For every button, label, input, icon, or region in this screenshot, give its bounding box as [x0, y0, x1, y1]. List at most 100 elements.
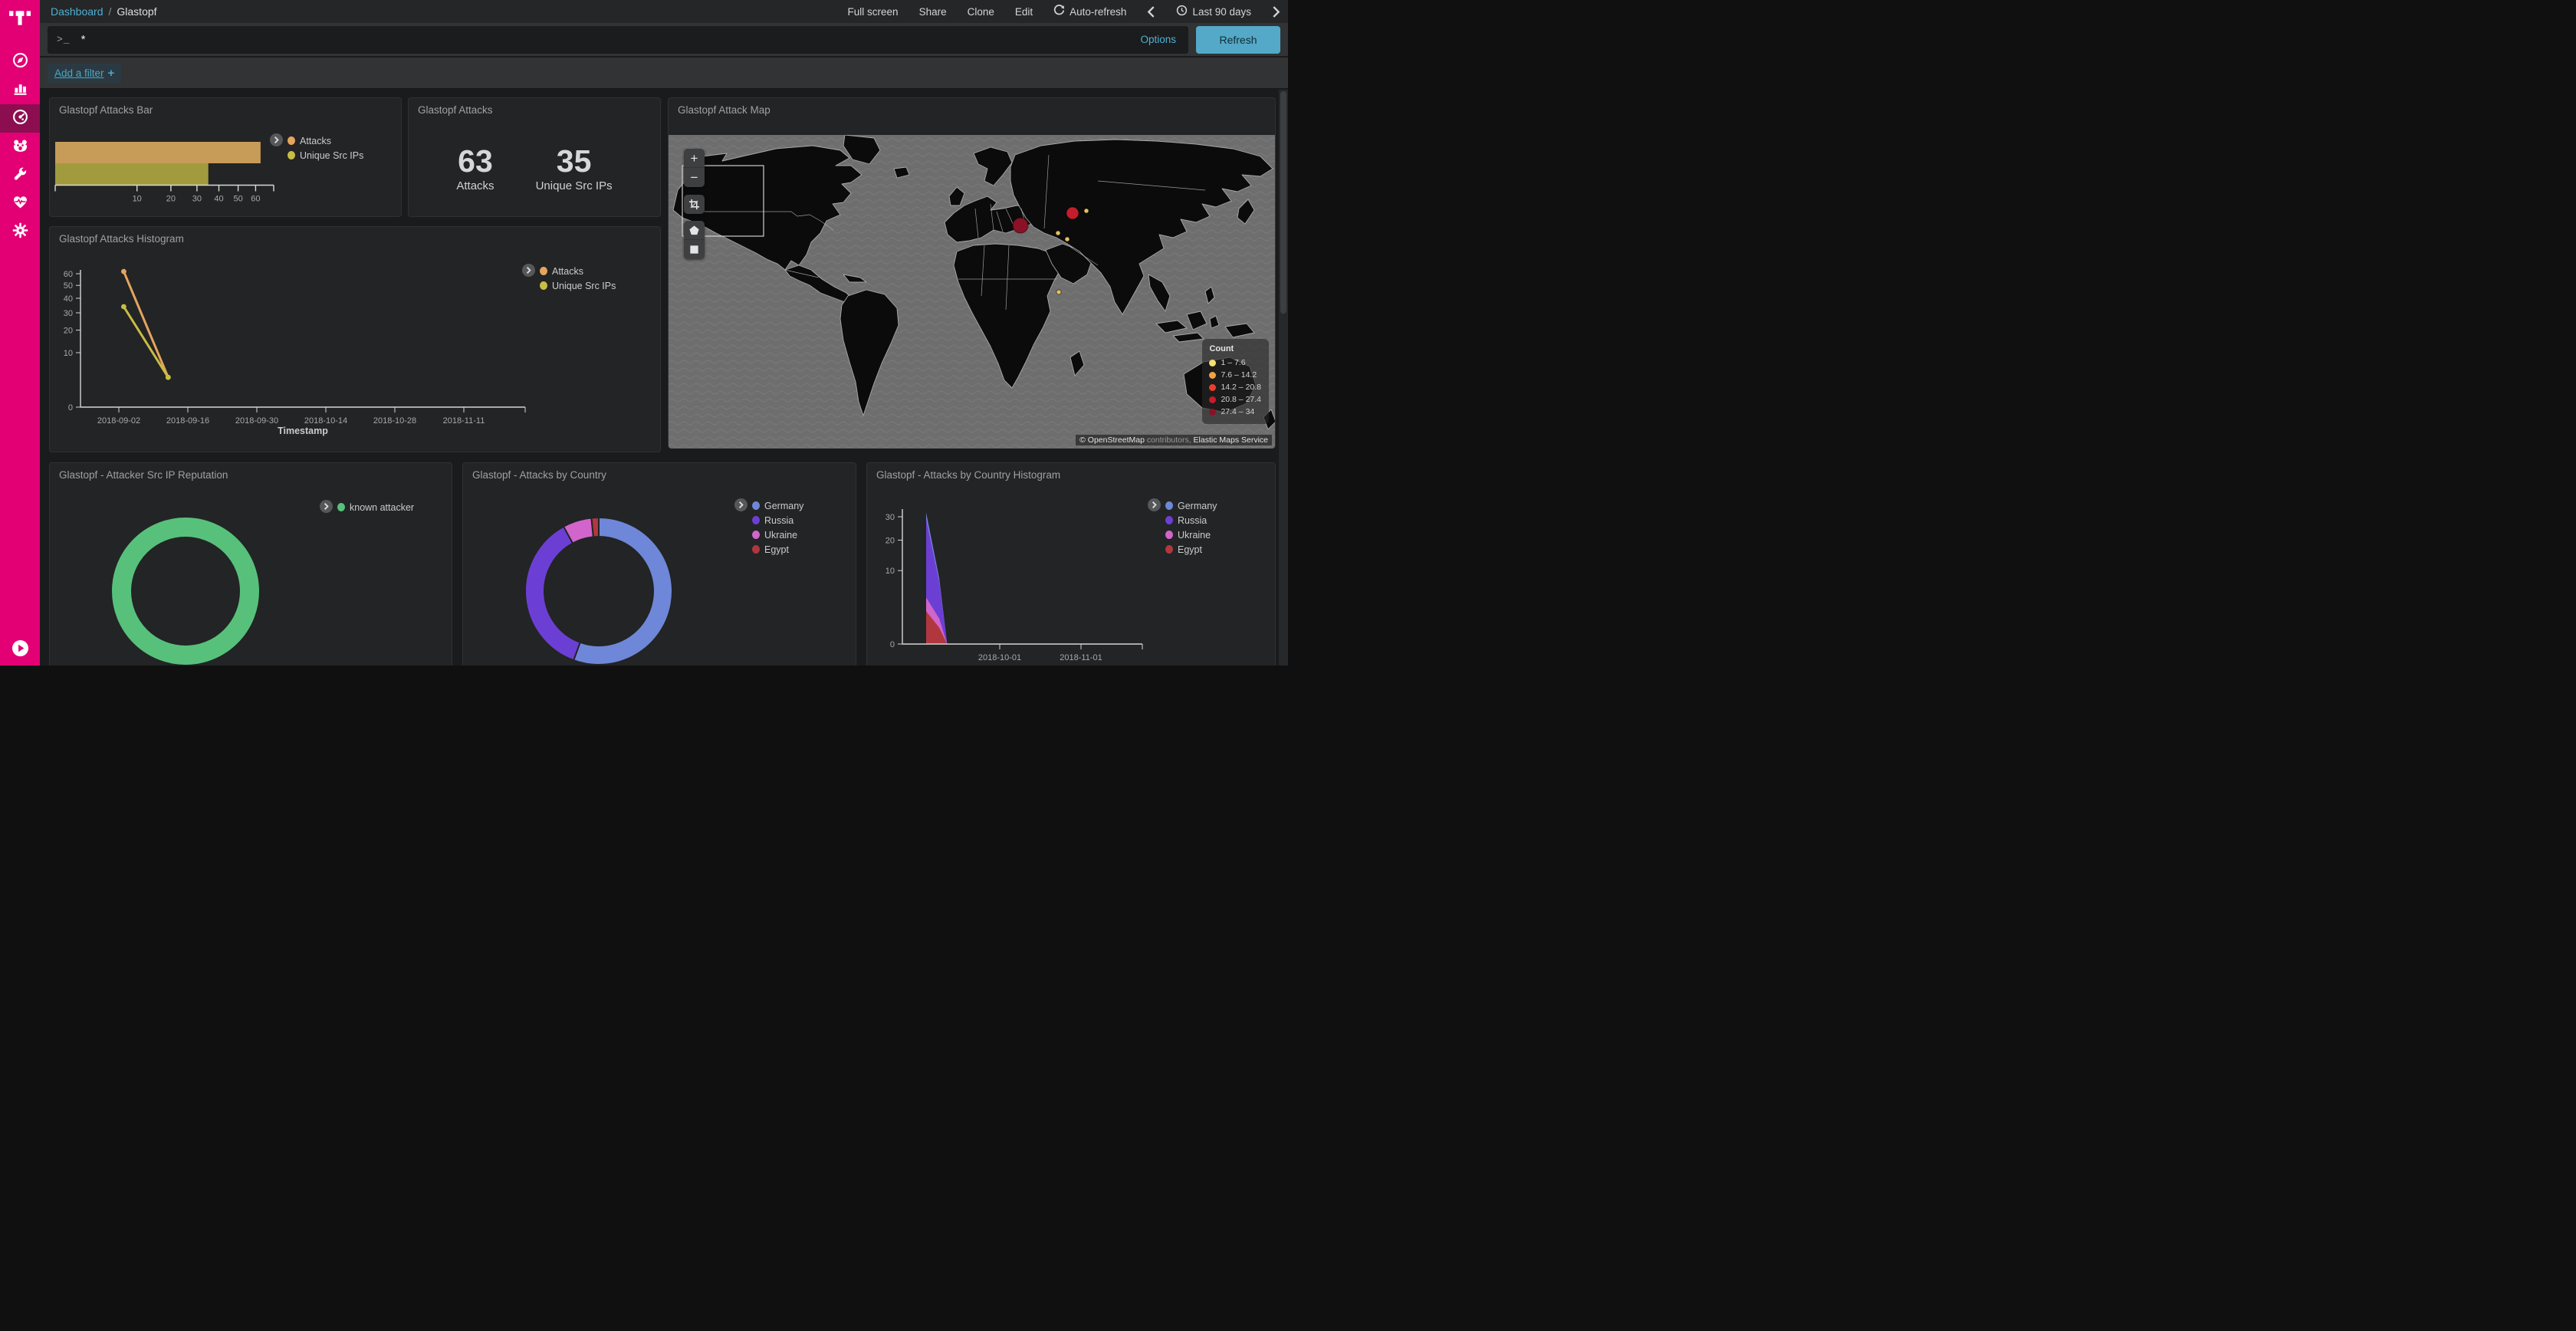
legend-item[interactable]: Attacks — [540, 264, 616, 278]
query-bar: >_ * Options Refresh — [40, 23, 1288, 57]
legend-item[interactable]: Ukraine — [752, 527, 803, 542]
map-legend-item: 14.2 – 20.8 — [1209, 381, 1261, 393]
heartbeat-icon — [12, 193, 29, 215]
compass-icon — [12, 51, 29, 73]
map-legend-item: 20.8 – 27.4 — [1209, 393, 1261, 406]
legend-toggle-icon[interactable] — [1148, 498, 1161, 515]
bar-chart-icon — [12, 80, 29, 101]
clone-button[interactable]: Clone — [968, 6, 994, 18]
time-forward-button[interactable] — [1272, 6, 1280, 18]
world-map[interactable]: + − Count 1 – 7.67.6 – 14.214.2 – 20.820… — [669, 135, 1275, 449]
svg-text:2018-09-16: 2018-09-16 — [166, 416, 209, 426]
panel-title: Glastopf Attack Map — [678, 104, 770, 116]
legend-item[interactable]: Egypt — [1165, 542, 1217, 557]
svg-text:30: 30 — [886, 513, 895, 522]
sidebar-item-discover[interactable] — [0, 48, 40, 76]
legend-item[interactable]: Germany — [752, 498, 803, 513]
query-options-link[interactable]: Options — [1140, 34, 1176, 45]
map-legend-item: 27.4 – 34 — [1209, 406, 1261, 418]
top-menu: Full screen Share Clone Edit Auto-refres… — [848, 5, 1280, 18]
breadcrumb-dashboard-link[interactable]: Dashboard — [51, 5, 104, 18]
sidebar-collapse-button[interactable] — [0, 639, 40, 661]
svg-text:2018-09-02: 2018-09-02 — [97, 416, 140, 426]
legend-item[interactable]: Attacks — [288, 133, 363, 148]
osm-link[interactable]: © OpenStreetMap — [1079, 435, 1145, 445]
sidebar — [0, 0, 40, 666]
query-value: * — [81, 33, 1141, 46]
chart-legend: AttacksUnique Src IPs — [270, 133, 363, 163]
vertical-scrollbar[interactable] — [1279, 90, 1288, 666]
breadcrumb-current: Glastopf — [117, 5, 156, 18]
share-button[interactable]: Share — [919, 6, 947, 18]
main-area: Dashboard/Glastopf Full screen Share Clo… — [40, 0, 1288, 666]
map-draw-polygon-button[interactable] — [684, 221, 705, 240]
legend-item[interactable]: Unique Src IPs — [540, 278, 616, 293]
sidebar-item-visualize[interactable] — [0, 76, 40, 104]
legend-item[interactable]: Russia — [1165, 513, 1217, 527]
map-zoom-in-button[interactable]: + — [684, 149, 705, 168]
sidebar-item-dashboard[interactable] — [0, 104, 40, 133]
map-legend-item: 7.6 – 14.2 — [1209, 369, 1261, 381]
svg-text:Timestamp: Timestamp — [1000, 665, 1050, 666]
metric-attacks: 63 Attacks — [456, 146, 494, 192]
svg-text:40: 40 — [64, 294, 73, 304]
svg-text:2018-11-01: 2018-11-01 — [1060, 653, 1102, 662]
svg-text:2018-10-28: 2018-10-28 — [373, 416, 416, 426]
svg-text:50: 50 — [233, 195, 242, 204]
legend-item[interactable]: known attacker — [337, 500, 414, 514]
legend-toggle-icon[interactable] — [734, 498, 748, 515]
country-area-chart: 01020302018-10-012018-11-01Timestamp — [867, 463, 1276, 666]
search-input[interactable]: >_ * Options — [48, 26, 1188, 54]
panel-attacks-metric: Glastopf Attacks 63 Attacks 35 Unique Sr… — [408, 97, 661, 217]
sidebar-item-timelion[interactable] — [0, 133, 40, 161]
svg-text:50: 50 — [64, 281, 73, 291]
map-draw-rectangle-button[interactable] — [684, 240, 705, 259]
legend-item[interactable]: Russia — [752, 513, 803, 527]
legend-toggle-icon[interactable] — [522, 264, 535, 281]
map-fit-bounds-button[interactable] — [684, 195, 705, 214]
sidebar-item-dev-tools[interactable] — [0, 161, 40, 189]
auto-refresh-button[interactable]: Auto-refresh — [1053, 5, 1126, 18]
scrollbar-thumb[interactable] — [1280, 91, 1286, 314]
lion-icon — [12, 136, 29, 158]
add-filter-button[interactable]: Add a filter+ — [48, 64, 121, 83]
svg-text:60: 60 — [64, 270, 73, 279]
sidebar-item-monitoring[interactable] — [0, 189, 40, 218]
full-screen-button[interactable]: Full screen — [848, 6, 899, 18]
svg-text:30: 30 — [192, 195, 202, 204]
svg-text:20: 20 — [886, 537, 895, 546]
legend-toggle-icon[interactable] — [270, 133, 283, 150]
ems-link[interactable]: Elastic Maps Service — [1194, 435, 1268, 445]
map-zoom-controls: + − — [684, 149, 705, 187]
metric-unique-src-ips: 35 Unique Src IPs — [536, 146, 613, 192]
svg-text:20: 20 — [64, 327, 73, 336]
country-donut-chart — [463, 463, 857, 666]
map-canvas — [669, 135, 1275, 449]
time-back-button[interactable] — [1147, 6, 1155, 18]
svg-text:Timestamp: Timestamp — [278, 426, 328, 436]
legend-item[interactable]: Ukraine — [1165, 527, 1217, 542]
svg-text:30: 30 — [64, 309, 73, 318]
refresh-button[interactable]: Refresh — [1196, 26, 1280, 54]
legend-item[interactable]: Egypt — [752, 542, 803, 557]
time-range-picker[interactable]: Last 90 days — [1176, 5, 1251, 18]
svg-text:40: 40 — [214, 195, 223, 204]
map-zoom-out-button[interactable]: − — [684, 168, 705, 187]
plus-icon: + — [108, 67, 115, 80]
legend-item[interactable]: Unique Src IPs — [288, 148, 363, 163]
gauge-icon — [12, 108, 29, 130]
map-attribution: © OpenStreetMap contributors, Elastic Ma… — [1076, 435, 1272, 445]
svg-text:10: 10 — [64, 349, 73, 358]
panel-src-ip-reputation: Glastopf - Attacker Src IP Reputation kn… — [49, 462, 452, 666]
sidebar-item-management[interactable] — [0, 218, 40, 246]
legend-toggle-icon[interactable] — [320, 500, 333, 517]
legend-item[interactable]: Germany — [1165, 498, 1217, 513]
chart-legend: AttacksUnique Src IPs — [522, 264, 616, 293]
panel-attack-map: Glastopf Attack Map + − Coun — [668, 97, 1276, 449]
reputation-donut-chart — [50, 463, 453, 666]
t-mobile-logo — [0, 0, 40, 48]
svg-text:2018-09-30: 2018-09-30 — [235, 416, 278, 426]
wrench-icon — [12, 165, 29, 186]
map-count-legend: Count 1 – 7.67.6 – 14.214.2 – 20.820.8 –… — [1202, 339, 1269, 424]
edit-button[interactable]: Edit — [1015, 6, 1033, 18]
